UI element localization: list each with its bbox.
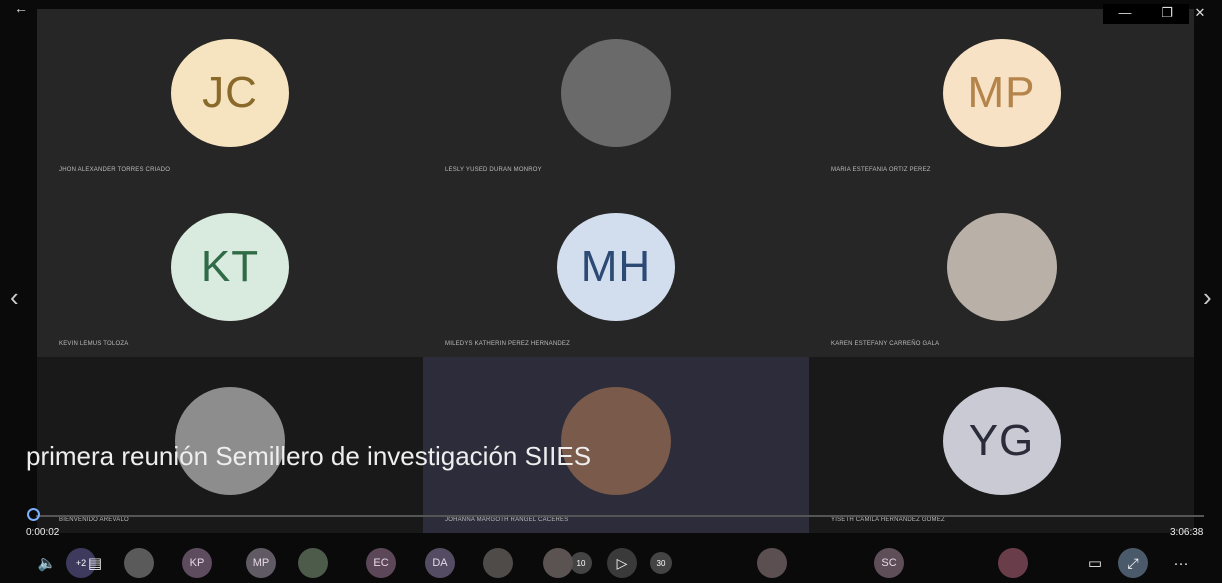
participant-name: KEVIN LEMUS TOLOZA xyxy=(59,341,129,347)
captions-icon[interactable]: ▤ xyxy=(84,549,106,577)
skip-forward-30-button[interactable]: 30 xyxy=(650,552,672,574)
progress-track[interactable] xyxy=(36,515,1204,517)
participant-initials-avatar: MP xyxy=(942,39,1061,147)
participant-name: LESLY YUSED DURAN MONROY xyxy=(445,167,542,173)
previous-page-icon[interactable]: ‹ xyxy=(10,282,19,313)
participant-tile[interactable]: MH MILEDYS KATHERIN PEREZ HERNANDEZ xyxy=(423,183,809,357)
participant-tile[interactable]: MP MARIA ESTEFANIA ORTIZ PEREZ xyxy=(809,9,1194,183)
participant-name: YISETH CAMILA HERNANDEZ GOMEZ xyxy=(831,517,945,523)
fullscreen-button[interactable]: ⤢ xyxy=(1118,548,1148,578)
participant-name: Bienvenido Arevalo xyxy=(59,517,129,523)
skip-back-label: 10 xyxy=(576,558,586,568)
participant-name: JOHANNA MARGOTH RANGEL CACERES xyxy=(445,517,569,523)
participant-tile[interactable]: JC JHON ALEXANDER TORRES CRIADO xyxy=(37,9,423,183)
participant-avatar-thumb[interactable]: KP xyxy=(182,548,212,578)
participant-avatar-thumb[interactable] xyxy=(543,548,573,578)
participant-photo-avatar xyxy=(561,39,671,147)
participant-avatar-thumb[interactable]: SC xyxy=(874,548,904,578)
participant-name: MARIA ESTEFANIA ORTIZ PEREZ xyxy=(831,167,931,173)
participant-tile[interactable]: KAREN ESTEFANY CARREÑO GALA xyxy=(809,183,1194,357)
miniview-icon[interactable]: ▭ xyxy=(1084,549,1106,577)
skip-back-10-button[interactable]: 10 xyxy=(570,552,592,574)
participant-initials-avatar: KT xyxy=(171,213,289,321)
participant-tile[interactable]: LESLY YUSED DURAN MONROY xyxy=(423,9,809,183)
more-options-icon[interactable]: ··· xyxy=(1170,549,1192,577)
participant-tile[interactable]: KT KEVIN LEMUS TOLOZA xyxy=(37,183,423,357)
progress-thumb[interactable] xyxy=(27,508,40,521)
participant-name: KAREN ESTEFANY CARREÑO GALA xyxy=(831,341,940,347)
participant-avatar-thumb[interactable] xyxy=(483,548,513,578)
participant-avatar-thumb[interactable] xyxy=(998,548,1028,578)
participant-name: JHON ALEXANDER TORRES CRIADO xyxy=(59,167,171,173)
participant-tile[interactable]: YG YISETH CAMILA HERNANDEZ GOMEZ xyxy=(809,357,1194,533)
skip-forward-label: 30 xyxy=(656,558,666,568)
participant-avatar-thumb[interactable] xyxy=(757,548,787,578)
minimize-button[interactable]: — xyxy=(1103,4,1147,24)
participant-avatar-thumb[interactable]: MP xyxy=(246,548,276,578)
back-arrow-icon[interactable]: ← xyxy=(14,0,28,16)
volume-icon[interactable]: 🔈 xyxy=(36,549,58,577)
participant-avatar-thumb[interactable] xyxy=(298,548,328,578)
participant-initials-avatar: YG xyxy=(942,387,1061,495)
video-title-caption: primera reunión Semillero de investigaci… xyxy=(26,441,592,471)
participant-photo-avatar xyxy=(946,213,1057,321)
close-button[interactable]: ✕ xyxy=(1178,4,1222,24)
participant-avatar-thumb[interactable]: EC xyxy=(366,548,396,578)
participant-name: MILEDYS KATHERIN PEREZ HERNANDEZ xyxy=(445,341,570,347)
participant-avatar-thumb[interactable] xyxy=(124,548,154,578)
play-button[interactable]: ▷ xyxy=(607,548,637,578)
participant-initials-avatar: MH xyxy=(557,213,675,321)
next-page-icon[interactable]: › xyxy=(1203,282,1212,313)
participant-initials-avatar: JC xyxy=(171,39,289,147)
participant-avatar-thumb[interactable]: DA xyxy=(425,548,455,578)
